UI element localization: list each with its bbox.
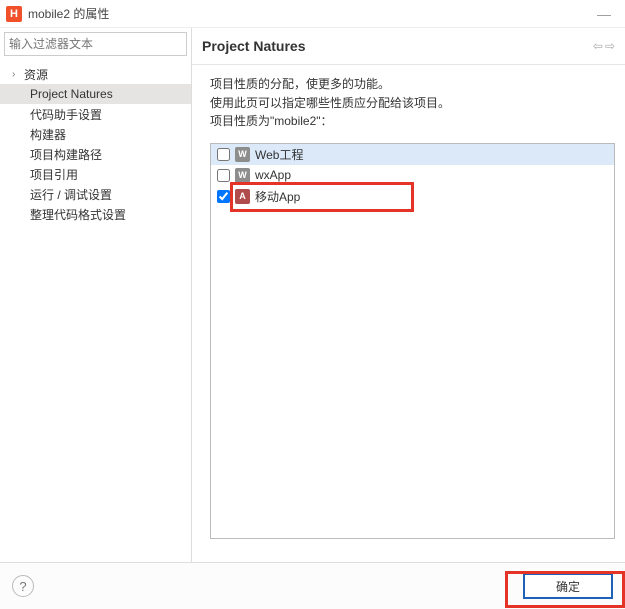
sidebar: › 资源 Project Natures 代码助手设置构建器项目构建路径项目引用运… [0, 28, 192, 562]
nature-label: 移动App [255, 188, 300, 205]
tree-item[interactable]: 代码助手设置 [0, 104, 191, 124]
minimize-icon[interactable]: — [589, 6, 619, 22]
nature-row[interactable]: W Web工程 [211, 144, 614, 165]
description: 项目性质的分配，使更多的功能。 使用此页可以指定哪些性质应分配给该项目。 项目性… [192, 65, 625, 141]
nature-list[interactable]: W Web工程 WwxApp A 移动App [210, 143, 615, 539]
nature-checkbox[interactable] [217, 190, 230, 203]
main-pane: Project Natures ⇦ ⇨ 项目性质的分配，使更多的功能。 使用此页… [192, 28, 625, 562]
tree-item-label: Project Natures [30, 87, 113, 101]
tree-item[interactable]: 构建器 [0, 124, 191, 144]
desc-line: 项目性质为"mobile2"： [210, 112, 615, 131]
filter-input[interactable] [5, 37, 186, 51]
tree-item-label: 资源 [24, 66, 48, 83]
tree-item-label: 整理代码格式设置 [30, 206, 126, 223]
tree: › 资源 Project Natures 代码助手设置构建器项目构建路径项目引用运… [0, 62, 191, 226]
header-nav-icons: ⇦ ⇨ [593, 39, 615, 53]
tree-item-label: 项目构建路径 [30, 146, 102, 163]
page-title: Project Natures [202, 38, 305, 54]
desc-line: 项目性质的分配，使更多的功能。 [210, 75, 615, 94]
footer: ? 确定 [0, 562, 625, 609]
body-area: › 资源 Project Natures 代码助手设置构建器项目构建路径项目引用运… [0, 28, 625, 562]
filter-field-wrap[interactable] [4, 32, 187, 56]
window-title: mobile2 的属性 [28, 5, 109, 22]
forward-icon[interactable]: ⇨ [605, 39, 615, 53]
app-icon: H [6, 6, 22, 22]
nature-badge-icon: W [235, 147, 250, 162]
ok-button[interactable]: 确定 [523, 573, 613, 599]
chevron-right-icon: › [12, 69, 24, 80]
nature-badge-icon: A [235, 189, 250, 204]
tree-item-label: 构建器 [30, 126, 66, 143]
tree-item[interactable]: Project Natures [0, 84, 191, 104]
back-icon[interactable]: ⇦ [593, 39, 603, 53]
tree-item-label: 代码助手设置 [30, 106, 102, 123]
nature-label: Web工程 [255, 146, 303, 163]
tree-item[interactable]: 运行 / 调试设置 [0, 184, 191, 204]
nature-row[interactable]: A 移动App [211, 186, 614, 207]
main-header: Project Natures ⇦ ⇨ [192, 28, 625, 65]
tree-item-label: 运行 / 调试设置 [30, 186, 112, 203]
nature-checkbox[interactable] [217, 169, 230, 182]
tree-item[interactable]: 整理代码格式设置 [0, 204, 191, 224]
tree-item-label: 项目引用 [30, 166, 78, 183]
nature-badge-icon: W [235, 168, 250, 183]
nature-checkbox[interactable] [217, 148, 230, 161]
help-icon[interactable]: ? [12, 575, 34, 597]
nature-label: wxApp [255, 168, 291, 182]
tree-item[interactable]: 项目引用 [0, 164, 191, 184]
tree-item-root[interactable]: › 资源 [0, 64, 191, 84]
desc-line: 使用此页可以指定哪些性质应分配给该项目。 [210, 94, 615, 113]
nature-row[interactable]: WwxApp [211, 165, 614, 186]
titlebar: H mobile2 的属性 — [0, 0, 625, 28]
tree-item[interactable]: 项目构建路径 [0, 144, 191, 164]
